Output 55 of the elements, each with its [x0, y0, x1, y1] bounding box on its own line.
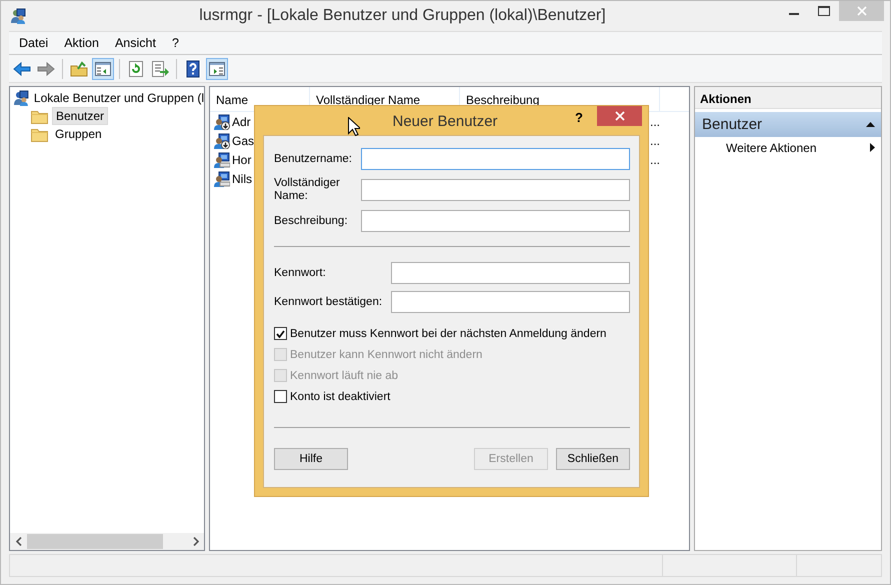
dialog-button[interactable]: Hilfe: [274, 448, 348, 470]
field-label: Benutzername:: [274, 152, 353, 166]
action-pane-icon[interactable]: [208, 60, 226, 78]
checkbox-label: Konto ist deaktiviert: [290, 390, 390, 402]
checkbox[interactable]: [274, 327, 287, 340]
scrollbar-thumb[interactable]: [27, 534, 163, 549]
list-item[interactable]: Nils: [232, 172, 252, 186]
table-cell: ...: [650, 134, 660, 148]
checkbox-label: Kennwort läuft nie ab: [290, 370, 398, 382]
table-cell: ...: [650, 114, 660, 128]
refresh-icon[interactable]: [127, 60, 145, 78]
help-button[interactable]: ?: [575, 110, 583, 125]
users-icon: [10, 8, 26, 24]
dialog-button[interactable]: Schließen: [556, 448, 630, 470]
menu-item[interactable]: ?: [164, 36, 187, 50]
computer-users-icon: [13, 90, 30, 106]
input-field[interactable]: [391, 262, 630, 284]
checkbox[interactable]: [274, 390, 287, 403]
close-button[interactable]: [597, 106, 642, 126]
menu-item[interactable]: Aktion: [56, 36, 107, 50]
folder-up-icon[interactable]: [70, 60, 88, 78]
folder-icon: [31, 108, 48, 124]
field-label: Beschreibung:: [274, 214, 349, 228]
field-label: Kennwort bestätigen:: [274, 296, 384, 308]
tree-item[interactable]: Gruppen: [52, 126, 105, 142]
pointer-icon: [348, 117, 360, 136]
collapse-caret-icon[interactable]: [866, 122, 875, 127]
checkbox-label: Benutzer kann Kennwort nicht ändern: [290, 348, 482, 360]
tree-item[interactable]: Lokale Benutzer und Gruppen (l: [34, 91, 204, 105]
table-cell: ...: [650, 152, 660, 166]
window-title: lusrmgr - [Lokale Benutzer und Gruppen (lokal)\Benutzer]: [198, 7, 607, 25]
help-icon[interactable]: [184, 60, 202, 78]
folder-icon: [31, 126, 48, 142]
menu-item[interactable]: Ansicht: [106, 36, 164, 50]
submenu-arrow-icon: [870, 143, 875, 152]
input-field[interactable]: [361, 148, 630, 170]
export-list-icon[interactable]: [151, 60, 169, 78]
back-arrow-icon[interactable]: [13, 60, 31, 78]
input-field[interactable]: [361, 179, 630, 201]
input-field[interactable]: [361, 210, 630, 232]
dialog-title: Neuer Benutzer: [392, 113, 498, 130]
maximize-icon[interactable]: [818, 6, 830, 16]
menu-item[interactable]: Datei: [11, 36, 56, 50]
pane-header: Aktionen: [695, 87, 881, 109]
section-header[interactable]: Benutzer: [695, 112, 881, 137]
tree-item[interactable]: Benutzer: [52, 107, 108, 125]
dialog-button: Erstellen: [474, 448, 548, 470]
input-field[interactable]: [391, 291, 630, 313]
action-item[interactable]: Weitere Aktionen: [695, 137, 881, 158]
close-icon[interactable]: [614, 111, 624, 121]
field-label: Vollständiger Name:: [274, 177, 341, 203]
list-item[interactable]: Hor: [232, 152, 252, 166]
field-label: Kennwort:: [274, 266, 327, 280]
tree-pane-icon[interactable]: [94, 60, 112, 78]
checkbox-label: Benutzer muss Kennwort bei der nächsten Anmeldung ändern: [290, 328, 606, 340]
